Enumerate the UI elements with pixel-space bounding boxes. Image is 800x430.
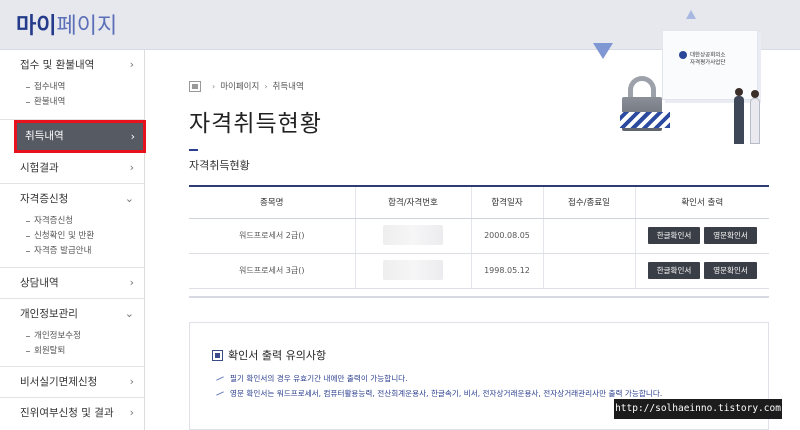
sidebar-subitem-issue-guide[interactable]: 자격증 발급안내 <box>26 244 144 259</box>
cell-period <box>542 218 635 254</box>
sidebar-item-consult-history[interactable]: 상담내역 › <box>0 268 144 298</box>
decor-stripes <box>620 112 670 128</box>
notice-title: 확인서 출력 유의사항 <box>228 349 327 362</box>
sidebar-item-acquired[interactable]: 취득내역 › <box>17 123 143 150</box>
cell-cert-number <box>354 218 471 254</box>
home-icon[interactable] <box>189 80 201 92</box>
redacted-value <box>383 224 443 245</box>
breadcrumb-item-acquired[interactable]: 취득내역 <box>273 80 304 92</box>
sidebar-subitem-edit-info[interactable]: 개인정보수정 <box>26 329 144 344</box>
sidebar-group-results: 시험결과 › <box>0 153 144 184</box>
sidebar: 접수 및 환불내역 › 접수내역 환불내역 시험결과 › 자격증신청 ⌄ 자격증신청 … <box>0 50 146 430</box>
sidebar-group-consult: 상담내역 › <box>0 268 144 299</box>
breadcrumb-separator: › <box>212 81 216 91</box>
decor-triangle <box>686 10 696 19</box>
breadcrumb-separator: › <box>264 81 268 91</box>
sidebar-item-label: 접수 및 환불내역 <box>20 59 95 71</box>
sidebar-sublist: 자격증신청 신청확인 및 반환 자격증 발급안내 <box>0 214 144 264</box>
table-header-row: 종목명 합격/자격번호 합격일자 접수/종료일 확인서 출력 <box>189 186 769 219</box>
korean-certificate-button[interactable]: 한글확인서 <box>647 262 701 279</box>
title-part2: 페이지 <box>56 14 118 39</box>
english-certificate-button[interactable]: 영문확인서 <box>704 227 757 244</box>
chevron-right-icon: › <box>129 375 134 388</box>
notice-header: 확인서 출력 유의사항 <box>212 347 326 363</box>
sidebar-sublist: 접수내역 환불내역 <box>0 80 144 115</box>
breadcrumb-item-mypage[interactable]: 마이페이지 <box>220 80 259 92</box>
sidebar-item-label: 시험결과 <box>20 162 59 174</box>
korean-certificate-button[interactable]: 한글확인서 <box>647 227 701 244</box>
chevron-down-icon: ⌄ <box>124 307 134 320</box>
cell-period <box>542 253 635 289</box>
sidebar-item-certificate-apply[interactable]: 자격증신청 ⌄ <box>0 184 144 214</box>
person-illustration <box>750 90 760 144</box>
sidebar-item-label: 진위여부신청 및 결과 <box>20 407 114 419</box>
table-bottom-line <box>189 289 769 298</box>
sidebar-item-authenticity[interactable]: 진위여부신청 및 결과 › <box>0 398 144 428</box>
chevron-right-icon: › <box>129 161 134 174</box>
acquisition-table: 종목명 합격/자격번호 합격일자 접수/종료일 확인서 출력 워드프로세서 2급… <box>189 185 769 298</box>
title-underline <box>189 149 198 151</box>
sidebar-sublist: 개인정보수정 회원탈퇴 <box>0 329 144 364</box>
decor-logo: 대한상공회의소 자격평가사업단 <box>679 51 725 67</box>
column-header: 합격일자 <box>470 186 543 219</box>
decor-logo-text: 대한상공회의소 <box>690 52 726 59</box>
sidebar-group-authenticity: 진위여부신청 및 결과 › <box>0 398 144 428</box>
sidebar-group-secretary: 비서실기면제신청 › <box>0 367 144 398</box>
chevron-down-icon: ⌄ <box>124 192 134 205</box>
sidebar-group-certificate: 자격증신청 ⌄ 자격증신청 신청확인 및 반환 자격증 발급안내 <box>0 184 144 268</box>
sidebar-item-label: 상담내역 <box>20 277 59 289</box>
sidebar-subitem-certificate-apply[interactable]: 자격증신청 <box>26 214 144 229</box>
column-header: 합격/자격번호 <box>354 186 471 219</box>
sidebar-item-exam-results[interactable]: 시험결과 › <box>0 153 144 183</box>
notice-list: 필기 확인서의 경우 유효기간 내에만 출력이 가능합니다. 영문 확인서는 워… <box>216 371 756 401</box>
sidebar-item-label: 개인정보관리 <box>20 308 78 320</box>
chevron-right-icon: › <box>129 276 134 289</box>
cell-print: 한글확인서 영문확인서 <box>634 218 769 254</box>
column-header: 확인서 출력 <box>634 186 769 219</box>
sidebar-item-secretary-exemption[interactable]: 비서실기면제신청 › <box>0 367 144 397</box>
sidebar-group-receipts: 접수 및 환불내역 › 접수내역 환불내역 <box>0 50 144 120</box>
cell-pass-date: 2000.08.05 <box>470 218 543 254</box>
decor-triangle <box>593 43 613 59</box>
sidebar-subitem-receipt-list[interactable]: 접수내역 <box>26 80 144 95</box>
column-header: 종목명 <box>189 186 355 219</box>
chevron-right-icon: › <box>129 406 134 419</box>
table-row: 워드프로세서 3급() 1998.05.12 한글확인서 영문확인서 <box>189 253 769 289</box>
title-part1: 마이 <box>16 14 57 39</box>
sidebar-item-acquired-active[interactable]: 취득내역 › <box>14 120 146 153</box>
watermark: http://solhaeinno.tistory.com <box>614 399 782 419</box>
sidebar-item-label: 자격증신청 <box>20 193 69 205</box>
person-head <box>735 88 743 96</box>
sidebar-group-personal: 개인정보관리 ⌄ 개인정보수정 회원탈퇴 <box>0 299 144 367</box>
decor-monitor: 대한상공회의소 자격평가사업단 <box>662 30 758 100</box>
cell-subject: 워드프로세서 3급() <box>189 253 355 289</box>
sidebar-item-personal-info[interactable]: 개인정보관리 ⌄ <box>0 299 144 329</box>
redacted-value <box>383 259 443 280</box>
section-title: 자격취득현황 <box>189 159 250 172</box>
cell-subject: 워드프로세서 2급() <box>189 218 355 254</box>
person-illustration <box>734 88 744 144</box>
sidebar-item-receipts[interactable]: 접수 및 환불내역 › <box>0 50 144 80</box>
breadcrumb: › 마이페이지 › 취득내역 <box>189 80 304 92</box>
person-head <box>751 90 759 98</box>
cell-cert-number <box>354 253 471 289</box>
english-certificate-button[interactable]: 영문확인서 <box>704 262 757 279</box>
page-header-title: 마이페이지 <box>16 8 117 40</box>
sidebar-item-label: 취득내역 <box>25 130 64 142</box>
page-title: 자격취득현황 <box>189 111 322 137</box>
notice-item: 필기 확인서의 경우 유효기간 내에만 출력이 가능합니다. <box>216 371 756 386</box>
sidebar-subitem-apply-check[interactable]: 신청확인 및 반환 <box>26 229 144 244</box>
chevron-right-icon: › <box>130 130 135 143</box>
cell-pass-date: 1998.05.12 <box>470 253 543 289</box>
notice-icon <box>212 349 223 361</box>
sidebar-item-label: 비서실기면제신청 <box>20 376 98 388</box>
column-header: 접수/종료일 <box>542 186 635 219</box>
sidebar-subitem-withdraw[interactable]: 회원탈퇴 <box>26 344 144 359</box>
table-row: 워드프로세서 2급() 2000.08.05 한글확인서 영문확인서 <box>189 218 769 254</box>
cell-print: 한글확인서 영문확인서 <box>634 253 769 289</box>
sidebar-subitem-refund-list[interactable]: 환불내역 <box>26 95 144 110</box>
logo-icon <box>679 51 687 59</box>
decor-logo-text: 자격평가사업단 <box>690 59 726 66</box>
chevron-right-icon: › <box>129 58 134 71</box>
